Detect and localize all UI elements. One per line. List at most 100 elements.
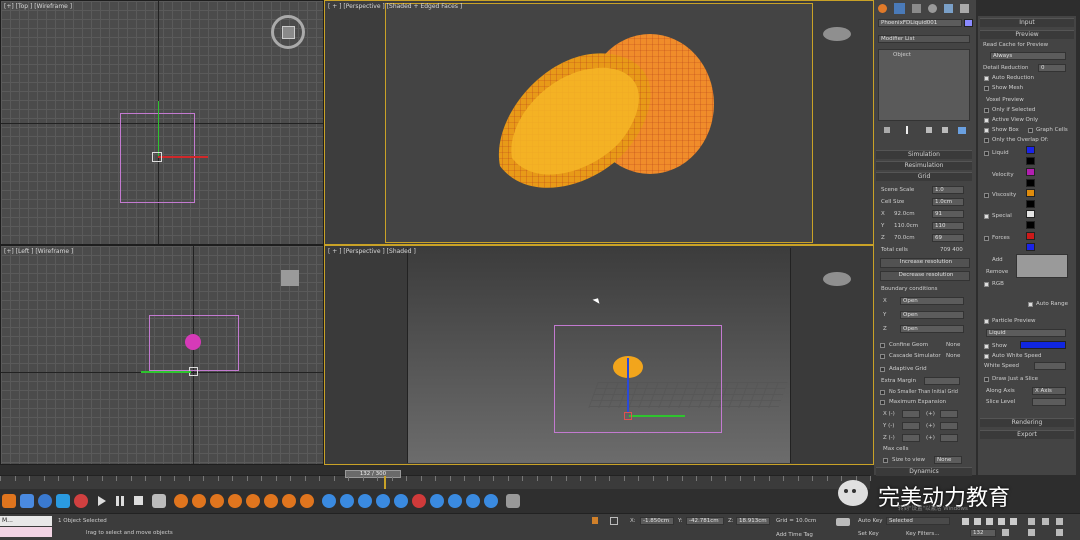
white-speed-field[interactable] <box>1034 362 1066 370</box>
rendering-rollout[interactable]: Rendering <box>980 418 1074 427</box>
remove-modifier-icon[interactable] <box>942 127 948 133</box>
make-unique-icon[interactable] <box>926 127 932 133</box>
resimulation-rollout[interactable]: Resimulation <box>876 161 972 170</box>
motion-tab-icon[interactable] <box>928 4 937 13</box>
boundary-z-dropdown[interactable]: Open <box>900 325 964 333</box>
increase-resolution-button[interactable]: Increase resolution <box>880 258 970 268</box>
viscosity-checkbox[interactable] <box>984 193 989 198</box>
create-tab-icon[interactable] <box>878 4 887 13</box>
velocity-color-swatch[interactable] <box>1026 168 1035 176</box>
pause-icon[interactable] <box>116 496 124 506</box>
viewport-top[interactable]: [+] [Top ] [Wireframe ] <box>0 0 324 245</box>
viewport-perspective-shaded[interactable]: [ + ] [Perspective ] [Shaded ] <box>324 245 874 465</box>
key-selection-dropdown[interactable]: Selected <box>886 517 950 525</box>
coord-mode-icon[interactable] <box>610 517 618 525</box>
orange-halves[interactable] <box>490 26 720 206</box>
scene-scale-field[interactable]: 1.0 <box>932 186 964 194</box>
x-plus-field[interactable] <box>940 410 958 418</box>
fire-source-icon-2[interactable] <box>192 494 206 508</box>
display-tab-icon[interactable] <box>944 4 953 13</box>
phoenix-liquid-icon[interactable] <box>38 494 52 508</box>
fire-source-icon[interactable] <box>174 494 188 508</box>
y-plus-field[interactable] <box>940 422 958 430</box>
goto-start-icon[interactable] <box>962 518 969 525</box>
modify-tab-icon[interactable] <box>894 3 905 14</box>
play-icon[interactable] <box>98 496 106 506</box>
phoenix-fire-icon[interactable] <box>2 494 16 508</box>
show-end-result-icon[interactable] <box>906 126 908 134</box>
boundary-x-dropdown[interactable]: Open <box>900 297 964 305</box>
z-plus-field[interactable] <box>940 434 958 442</box>
viewport-label[interactable]: [+] [Left ] [Wireframe ] <box>4 248 73 255</box>
x-coord-field[interactable]: -1.850cm <box>640 517 674 525</box>
liquid-source-icon-9[interactable] <box>466 494 480 508</box>
goto-end-icon[interactable] <box>1010 518 1017 525</box>
stack-item[interactable]: Object <box>893 52 911 58</box>
liquid-source-icon-6[interactable] <box>412 494 426 508</box>
y-cells-field[interactable]: 110 <box>932 222 964 230</box>
viewport-label[interactable]: [ + ] [Perspective ] [Shaded ] <box>328 248 416 255</box>
confine-geom-checkbox[interactable] <box>880 343 885 348</box>
liquid-source-icon-2[interactable] <box>340 494 354 508</box>
no-smaller-checkbox[interactable] <box>880 390 885 395</box>
object-color-swatch[interactable] <box>964 19 973 27</box>
simulation-rollout[interactable]: Simulation <box>876 150 972 159</box>
x-size-value[interactable]: 92.0cm <box>894 211 915 217</box>
detail-reduction-field[interactable]: 0 <box>1038 64 1066 72</box>
viewport-label[interactable]: [ + ] [Perspective ] [Shaded + Edged Fac… <box>328 3 462 10</box>
fire-source-icon-8[interactable] <box>300 494 314 508</box>
maximize-viewport-icon[interactable] <box>1056 529 1063 536</box>
forces-low-swatch[interactable] <box>1026 243 1035 251</box>
prev-frame-icon[interactable] <box>974 518 981 525</box>
read-cache-dropdown[interactable]: Always <box>990 52 1066 60</box>
export-rollout[interactable]: Export <box>980 430 1074 439</box>
liquid-checkbox[interactable] <box>984 151 989 156</box>
viewcube[interactable] <box>281 270 299 286</box>
next-frame-icon[interactable] <box>998 518 1005 525</box>
pivot-box[interactable] <box>624 412 632 420</box>
add-time-tag-button[interactable]: Add Time Tag <box>776 532 813 538</box>
set-key-button[interactable]: Set Key <box>858 531 879 537</box>
liquid-source-icon-5[interactable] <box>394 494 408 508</box>
z-cells-field[interactable]: 69 <box>932 234 964 242</box>
maxscript-listener[interactable]: M... <box>0 516 52 526</box>
size-to-view-checkbox[interactable] <box>883 458 888 463</box>
fire-source-icon-4[interactable] <box>228 494 242 508</box>
object-name-field[interactable]: PhoenixFDLiquid001 <box>878 19 962 27</box>
maxscript-listener-pink[interactable] <box>0 527 52 537</box>
viscosity-color-swatch[interactable] <box>1026 189 1035 197</box>
grid-rollout[interactable]: Grid <box>876 172 972 181</box>
x-axis-gizmo[interactable] <box>158 156 208 158</box>
time-slider-track[interactable]: 132 / 300 <box>0 470 871 490</box>
viewcube[interactable] <box>823 272 851 286</box>
utilities-tab-icon[interactable] <box>960 4 969 13</box>
cascade-checkbox[interactable] <box>880 354 885 359</box>
phoenix-grid-icon[interactable] <box>20 494 34 508</box>
show-mesh-checkbox[interactable] <box>984 86 989 91</box>
forces-color-swatch[interactable] <box>1026 232 1035 240</box>
only-overlap-checkbox[interactable] <box>984 138 989 143</box>
only-if-selected-checkbox[interactable] <box>984 108 989 113</box>
special-checkbox[interactable] <box>984 214 989 219</box>
viewcube[interactable] <box>823 27 851 41</box>
z-axis-gizmo[interactable] <box>141 371 191 373</box>
along-axis-dropdown[interactable]: X Axis <box>1032 387 1066 395</box>
size-to-view-picker[interactable]: None <box>934 456 962 464</box>
pivot-box[interactable] <box>152 152 162 162</box>
velocity-low-swatch[interactable] <box>1026 179 1035 187</box>
boundary-y-dropdown[interactable]: Open <box>900 311 964 319</box>
show-particles-checkbox[interactable] <box>984 344 989 349</box>
fire-source-icon-6[interactable] <box>264 494 278 508</box>
adaptive-grid-checkbox[interactable] <box>880 367 885 372</box>
time-config-icon[interactable] <box>1002 529 1009 536</box>
lock-selection-icon[interactable] <box>592 517 598 524</box>
forces-checkbox[interactable] <box>984 236 989 241</box>
auto-white-speed-checkbox[interactable] <box>984 354 989 359</box>
current-frame-field[interactable]: 132 <box>970 529 996 537</box>
remove-button[interactable]: Remove <box>986 269 1008 275</box>
special-color-swatch[interactable] <box>1026 210 1035 218</box>
stop-icon[interactable] <box>134 496 143 505</box>
liquid-source-icon[interactable] <box>322 494 336 508</box>
hierarchy-tab-icon[interactable] <box>912 4 921 13</box>
active-view-only-checkbox[interactable] <box>984 118 989 123</box>
